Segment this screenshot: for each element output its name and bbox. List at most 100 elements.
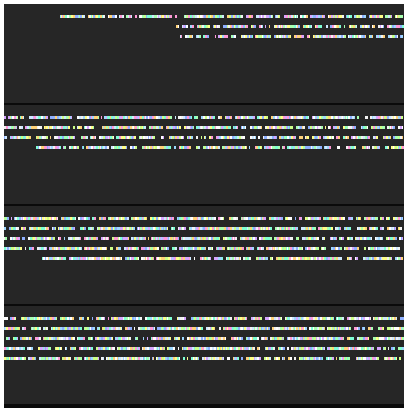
glyph-mark [319, 136, 321, 139]
glyph-mark [398, 227, 399, 230]
glyph-mark [41, 136, 42, 139]
glyph-mark [107, 227, 108, 230]
glyph-mark [152, 116, 154, 119]
glyph-mark [139, 15, 140, 18]
glyph-mark [120, 146, 122, 149]
glyph-mark [55, 327, 56, 330]
glyph-mark [202, 317, 203, 320]
glyph-mark [312, 136, 314, 139]
glyph-mark [118, 347, 120, 350]
glyph-mark [65, 15, 67, 18]
glyph-mark [304, 25, 306, 28]
glyph-mark [18, 136, 20, 139]
glyph-mark [200, 227, 202, 230]
glyph-mark [151, 136, 152, 139]
glyph-mark [275, 237, 276, 240]
glyph-mark [338, 337, 340, 340]
glyph-mark [304, 357, 305, 360]
glyph-mark [221, 136, 223, 139]
glyph-mark [216, 317, 217, 320]
glyph-mark [246, 347, 248, 350]
glyph-mark [303, 237, 305, 240]
glyph-mark [274, 357, 275, 360]
glyph-mark [19, 347, 21, 350]
glyph-mark [204, 357, 205, 360]
glyph-mark [220, 126, 221, 129]
glyph-mark [11, 327, 13, 330]
glyph-mark [17, 116, 18, 119]
glyph-mark [229, 25, 230, 28]
glyph-mark [165, 337, 167, 340]
glyph-mark [192, 237, 194, 240]
glyph-mark [377, 146, 379, 149]
glyph-mark [285, 217, 286, 220]
glyph-mark [108, 347, 109, 350]
glyph-mark [359, 347, 361, 350]
glyph-mark [21, 227, 23, 230]
glyph-mark [129, 136, 130, 139]
glyph-mark [30, 317, 32, 320]
glyph-mark [28, 136, 29, 139]
glyph-mark [204, 146, 206, 149]
glyph-mark [280, 25, 281, 28]
glyph-mark [92, 227, 93, 230]
glyph-mark [275, 126, 277, 129]
glyph-mark [334, 217, 335, 220]
glyph-mark [312, 116, 313, 119]
glyph-mark [177, 217, 178, 220]
glyph-mark [275, 146, 276, 149]
glyph-mark [330, 327, 331, 330]
glyph-mark [159, 257, 161, 260]
glyph-mark [136, 347, 137, 350]
glyph-mark [369, 257, 371, 260]
glyph-mark [299, 35, 301, 38]
glyph-mark [116, 146, 117, 149]
glyph-mark [378, 247, 380, 250]
glyph-mark [190, 217, 191, 220]
glyph-mark [167, 357, 169, 360]
glyph-mark [317, 217, 319, 220]
glyph-mark [195, 347, 197, 350]
glyph-mark [223, 337, 225, 340]
glyph-mark [234, 347, 236, 350]
glyph-mark [146, 15, 147, 18]
glyph-mark [336, 257, 338, 260]
glyph-mark [233, 347, 234, 350]
glyph-mark [215, 146, 216, 149]
glyph-mark [278, 257, 280, 260]
glyph-mark [397, 257, 398, 260]
glyph-mark [216, 347, 217, 350]
glyph-mark [194, 217, 195, 220]
glyph-mark [335, 116, 336, 119]
glyph-mark [248, 247, 250, 250]
glyph-mark [201, 15, 202, 18]
glyph-mark [116, 217, 118, 220]
glyph-mark [23, 227, 24, 230]
glyph-mark [228, 227, 230, 230]
glyph-mark [391, 126, 392, 129]
glyph-mark [227, 257, 229, 260]
glyph-mark [344, 35, 345, 38]
glyph-mark [8, 337, 9, 340]
glyph-mark [215, 126, 216, 129]
glyph-mark [393, 227, 394, 230]
glyph-mark [284, 247, 286, 250]
glyph-mark [150, 217, 152, 220]
glyph-mark [305, 257, 307, 260]
glyph-mark [74, 136, 75, 139]
glyph-mark [323, 136, 324, 139]
glyph-mark [350, 15, 351, 18]
glyph-mark [227, 347, 229, 350]
glyph-mark [374, 257, 376, 260]
glyph-mark [148, 116, 149, 119]
glyph-mark [146, 116, 148, 119]
glyph-mark [125, 327, 127, 330]
glyph-mark [71, 347, 73, 350]
glyph-mark [232, 347, 233, 350]
glyph-mark [274, 237, 275, 240]
glyph-mark [126, 15, 128, 18]
glyph-mark [336, 25, 337, 28]
glyph-mark [354, 327, 355, 330]
glyph-mark [317, 116, 318, 119]
glyph-mark [323, 317, 325, 320]
